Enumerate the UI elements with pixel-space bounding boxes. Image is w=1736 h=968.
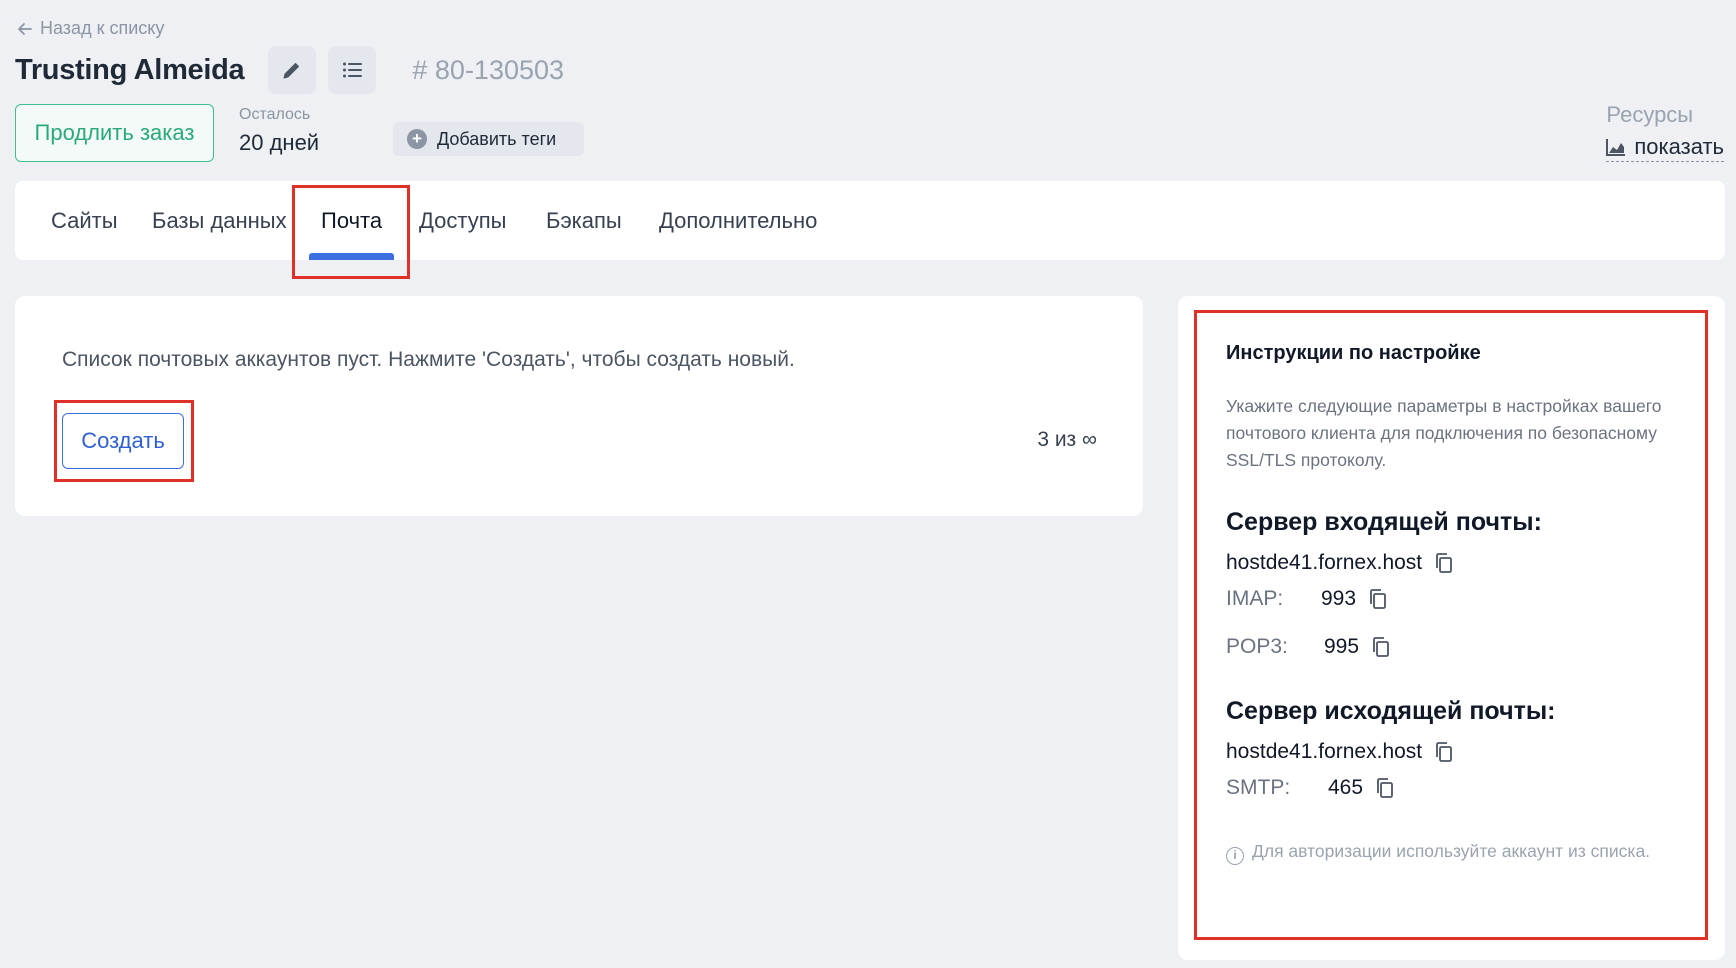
copy-icon[interactable] [1375,777,1395,799]
edit-button[interactable] [268,46,317,94]
copy-icon[interactable] [1368,588,1388,610]
tab-access[interactable]: Доступы [419,181,506,260]
active-tab-indicator [309,253,394,260]
imap-row: IMAP: 993 [1226,587,1666,611]
incoming-server-heading: Сервер входящей почты: [1226,508,1542,536]
remaining-label: Осталось [239,106,311,123]
chart-icon [1606,139,1626,156]
copy-icon[interactable] [1371,636,1391,658]
incoming-host: hostde41.fornex.host [1226,551,1423,574]
mail-accounts-panel: Список почтовых аккаунтов пуст. Нажмите … [15,296,1143,516]
accounts-quota: 3 из ∞ [1037,428,1097,451]
create-button[interactable]: Создать [62,413,184,469]
auth-note-text: Для авторизации используйте аккаунт из с… [1252,841,1651,861]
order-id: # 80-130503 [412,54,565,85]
empty-list-message: Список почтовых аккаунтов пуст. Нажмите … [62,348,795,371]
smtp-label: SMTP: [1226,776,1291,799]
tabs-bar: Сайты Базы данных Почта Доступы Бэкапы Д… [15,181,1725,260]
outgoing-host: hostde41.fornex.host [1226,740,1423,763]
auth-note: i Для авторизации используйте аккаунт из … [1226,838,1666,865]
instructions-description: Укажите следующие параметры в настройках… [1226,396,1662,470]
arrow-left-icon [18,22,32,35]
pop3-row: POP3: 995 [1226,635,1666,659]
info-icon: i [1226,847,1244,865]
resources-block: Ресурсы показать [1606,102,1724,162]
tab-additional[interactable]: Дополнительно [659,181,817,260]
tab-databases[interactable]: Базы данных [152,181,287,260]
remaining-value: 20 дней [239,130,320,155]
setup-instructions-panel: Инструкции по настройке Укажите следующи… [1178,296,1725,960]
tab-sites[interactable]: Сайты [51,181,118,260]
list-icon [343,62,363,78]
title-row: Trusting Almeida # 80-130503 [15,46,564,94]
list-button[interactable] [328,46,377,94]
copy-icon[interactable] [1434,741,1454,763]
plus-circle-icon: + [407,129,427,149]
incoming-host-row: hostde41.fornex.host [1226,551,1666,575]
tab-backups[interactable]: Бэкапы [546,181,622,260]
add-tags-button[interactable]: + Добавить теги [393,122,584,156]
page-title: Trusting Almeida [15,53,245,86]
smtp-row: SMTP: 465 [1226,776,1666,800]
outgoing-host-row: hostde41.fornex.host [1226,740,1666,764]
instructions-title: Инструкции по настройке [1226,342,1481,364]
imap-label: IMAP: [1226,587,1284,610]
resources-show-label: показать [1634,134,1724,159]
imap-port: 993 [1321,587,1357,610]
remaining-time: Осталось 20 дней [239,106,319,156]
smtp-port: 465 [1328,776,1364,799]
pop3-label: POP3: [1226,635,1288,658]
add-tags-label: Добавить теги [437,128,557,149]
pencil-icon [283,63,300,79]
extend-order-button[interactable]: Продлить заказ [15,104,214,162]
back-label: Назад к списку [40,18,165,38]
outgoing-server-heading: Сервер исходящей почты: [1226,697,1556,725]
copy-icon[interactable] [1434,552,1454,574]
pop3-port: 995 [1324,635,1360,658]
resources-label: Ресурсы [1606,102,1694,127]
back-to-list-link[interactable]: Назад к списку [16,18,164,39]
tab-mail[interactable]: Почта [321,181,382,260]
show-resources-link[interactable]: показать [1606,134,1724,162]
